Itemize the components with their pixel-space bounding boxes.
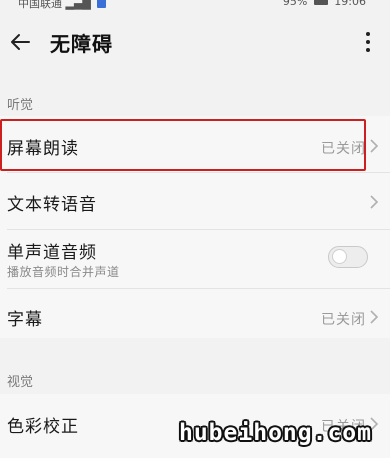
signal-icon: ▂▄▆ — [65, 0, 91, 10]
section-label-hearing: 听觉 — [7, 98, 34, 113]
toggle-knob — [332, 249, 347, 264]
watermark-text: hubeihong.com — [178, 420, 372, 446]
section-label-vision: 视觉 — [7, 375, 34, 390]
chevron-right-icon — [370, 195, 379, 209]
list-item-label: 字幕 — [7, 310, 43, 330]
list-item-label: 色彩校正 — [7, 417, 79, 437]
page-title: 无障碍 — [50, 32, 113, 56]
mono-audio-toggle[interactable] — [328, 246, 368, 268]
clock: 19:06 — [334, 0, 366, 8]
list-item-text-to-speech[interactable]: 文本转语音 — [0, 173, 390, 229]
list-item-mono-audio[interactable]: 单声道音频 播放音频时合并声道 — [0, 230, 390, 288]
list-item-subtitles[interactable]: 字幕 已关闭 — [0, 289, 390, 338]
back-button[interactable] — [6, 26, 34, 58]
carrier-label: 中国联通 — [18, 0, 62, 10]
more-options-button[interactable] — [360, 26, 376, 58]
battery-percent: 95% — [282, 0, 308, 8]
app-header: 无障碍 — [0, 14, 390, 70]
chevron-right-icon — [370, 310, 379, 324]
list-item-subtitle: 播放音频时合并声道 — [7, 265, 120, 279]
arrow-left-icon — [11, 34, 30, 50]
app-icon — [97, 0, 107, 8]
status-bar: 中国联通 ▂▄▆ 95% 19:06 — [0, 0, 390, 12]
chevron-right-icon — [370, 139, 379, 153]
list-item-label: 单声道音频 — [7, 243, 97, 263]
status-value: 已关闭 — [321, 312, 366, 328]
list-item-label: 文本转语音 — [7, 195, 97, 215]
highlight-box — [0, 119, 366, 171]
more-vertical-icon — [366, 32, 370, 36]
battery-icon — [313, 0, 328, 5]
